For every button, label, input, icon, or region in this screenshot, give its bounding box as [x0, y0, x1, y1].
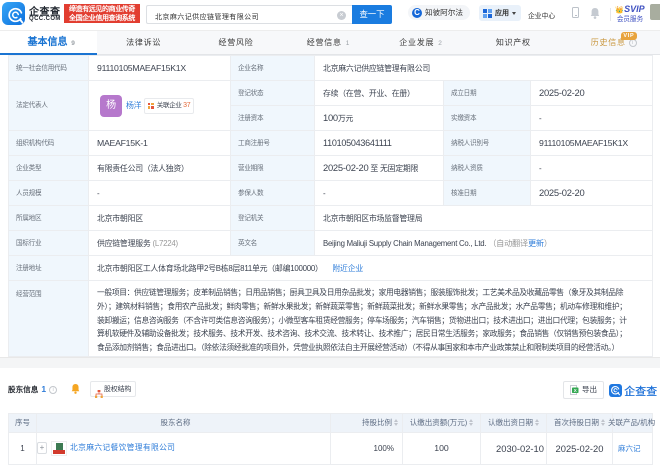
svg-text:X: X [574, 388, 577, 393]
